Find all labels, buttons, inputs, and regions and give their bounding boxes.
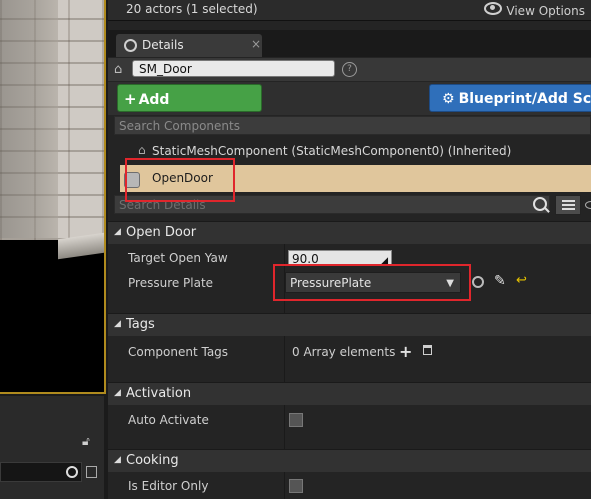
is-editor-only-checkbox[interactable] bbox=[289, 479, 303, 493]
help-icon[interactable]: ? bbox=[342, 62, 357, 77]
tab-details-label: Details bbox=[142, 38, 184, 52]
collapse-arrow-icon: ◢ bbox=[114, 388, 121, 398]
wall-shadow bbox=[0, 0, 58, 238]
actor-name-input[interactable]: SM_Door bbox=[132, 60, 335, 77]
category-title: Cooking bbox=[126, 453, 179, 468]
actor-count: 20 actors (1 selected) bbox=[126, 2, 258, 16]
add-component-button[interactable]: +Add Component▼ bbox=[117, 84, 262, 136]
add-element-icon[interactable]: + bbox=[399, 342, 412, 361]
search-icon bbox=[124, 39, 137, 52]
category-activation[interactable]: ◢ Activation bbox=[108, 382, 591, 405]
eyedropper-icon[interactable]: ✎ bbox=[494, 273, 506, 289]
plus-icon: + bbox=[124, 90, 137, 108]
tab-details[interactable]: Details × bbox=[116, 34, 262, 57]
view-list-icon[interactable] bbox=[555, 195, 581, 215]
outliner-status-bar: 20 actors (1 selected) View Options bbox=[108, 0, 591, 21]
category-title: Activation bbox=[126, 386, 192, 401]
highlight-box-pressure-plate bbox=[273, 264, 471, 301]
eye-icon bbox=[484, 2, 503, 15]
auto-activate-checkbox[interactable] bbox=[289, 413, 303, 427]
lock-icon[interactable]: 🔓︎ bbox=[82, 434, 90, 449]
hierarchy-icon: ⌂ bbox=[138, 143, 146, 157]
view-options-label: View Options bbox=[506, 4, 585, 18]
search-components-input[interactable]: Search Components bbox=[114, 116, 591, 135]
category-open-door[interactable]: ◢ Open Door bbox=[108, 221, 591, 244]
category-tags[interactable]: ◢ Tags bbox=[108, 313, 591, 336]
close-icon[interactable]: × bbox=[251, 37, 261, 51]
actor-icon: ⌂ bbox=[114, 62, 123, 77]
prop-label-auto-activate: Auto Activate bbox=[128, 413, 209, 427]
collapse-arrow-icon: ◢ bbox=[114, 455, 121, 465]
reset-arrow-icon[interactable]: ↩ bbox=[516, 273, 527, 288]
outliner-lower: 🔓︎ bbox=[0, 396, 104, 499]
prop-label-component-tags: Component Tags bbox=[128, 345, 229, 359]
prop-label-pressure-plate: Pressure Plate bbox=[128, 276, 214, 290]
collapse-arrow-icon: ◢ bbox=[114, 319, 121, 329]
blueprint-label: Blueprint/Add Script bbox=[458, 91, 591, 107]
component-tags-value: 0 Array elements bbox=[292, 345, 396, 359]
magnifier-icon[interactable] bbox=[533, 197, 547, 211]
trash-icon[interactable] bbox=[423, 345, 432, 355]
level-viewport[interactable] bbox=[0, 0, 106, 394]
prop-label-target-open-yaw: Target Open Yaw bbox=[128, 251, 228, 265]
prop-label-is-editor-only: Is Editor Only bbox=[128, 479, 209, 493]
collapse-arrow-icon: ◢ bbox=[114, 227, 121, 237]
magnifier-icon[interactable] bbox=[66, 466, 78, 478]
category-title: Open Door bbox=[126, 225, 197, 240]
highlight-box-component bbox=[125, 158, 235, 202]
component-label: StaticMeshComponent (StaticMeshComponent… bbox=[152, 144, 512, 158]
find-icon[interactable] bbox=[472, 276, 484, 288]
blueprint-add-script-button[interactable]: ⚙Blueprint/Add Script bbox=[429, 84, 591, 112]
gear-icon: ⚙ bbox=[442, 91, 455, 107]
save-icon[interactable] bbox=[86, 466, 97, 478]
details-panel: 20 actors (1 selected) View Options Deta… bbox=[108, 0, 591, 499]
category-title: Tags bbox=[126, 317, 155, 332]
view-options-button[interactable]: View Options bbox=[484, 2, 585, 18]
eye-icon[interactable] bbox=[585, 201, 591, 209]
category-cooking[interactable]: ◢ Cooking bbox=[108, 449, 591, 472]
